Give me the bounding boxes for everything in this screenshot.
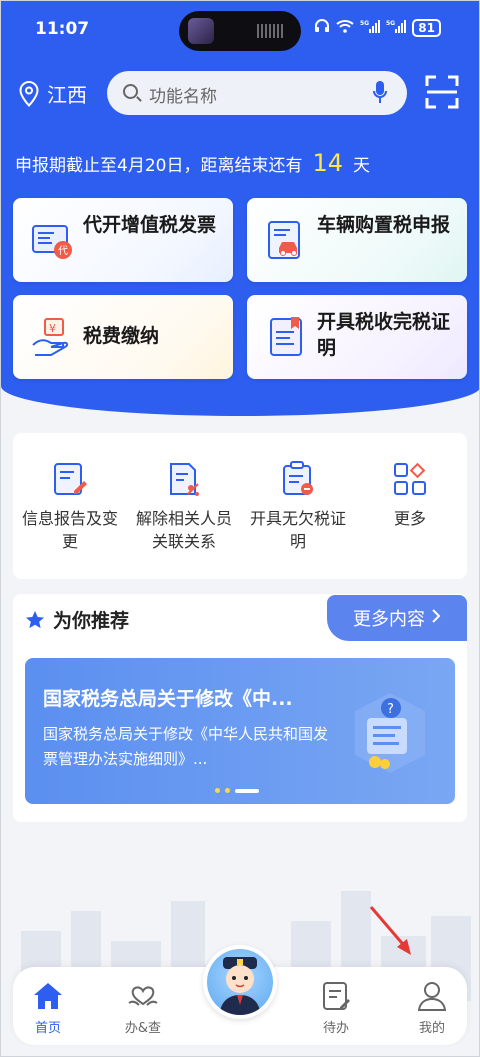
svg-text:5G: 5G: [386, 20, 395, 27]
carousel-dot: [225, 788, 230, 793]
more-content-button[interactable]: 更多内容: [327, 595, 467, 641]
audio-wave-icon: [257, 24, 285, 38]
status-bar: 11:07 5G 5G 81: [1, 1, 479, 59]
mascot-avatar-button[interactable]: [203, 945, 277, 1019]
chevron-right-icon: [431, 608, 441, 629]
no-arrears-certificate-icon: [280, 461, 316, 497]
nav-label: 首页: [34, 1021, 61, 1036]
unlink-relation-icon: [166, 461, 202, 497]
vehicle-tax-icon: [265, 220, 309, 260]
banner-title: 国家税务总局关于修改《中...: [43, 688, 293, 710]
tax-certificate-icon: [265, 317, 309, 357]
svg-text:?: ?: [387, 702, 394, 717]
service-card-vehicle-tax[interactable]: 车辆购置税申报: [247, 198, 467, 282]
home-icon: [32, 981, 64, 1011]
nav-label: 待办: [322, 1021, 349, 1036]
deadline-suffix: 天: [353, 156, 370, 176]
nav-profile[interactable]: 我的: [397, 981, 467, 1036]
more-content-label: 更多内容: [353, 609, 425, 630]
tax-payment-icon: ¥: [31, 317, 75, 357]
quick-item-info-report[interactable]: 信息报告及变更: [15, 461, 125, 553]
wifi-icon: [336, 19, 354, 37]
camera-notch: [179, 11, 301, 51]
nav-handle-check[interactable]: 办&查: [108, 981, 178, 1036]
quick-item-unlink[interactable]: 解除相关人员关联关系: [129, 461, 239, 553]
nav-home[interactable]: 首页: [13, 981, 83, 1036]
quick-item-label: 解除相关人员关联关系: [135, 509, 232, 551]
status-icons: 5G 5G 81: [314, 19, 441, 37]
signal-icon-2: 5G: [386, 19, 407, 37]
media-thumbnail: [188, 18, 214, 44]
search-input[interactable]: 功能名称: [107, 71, 407, 115]
battery-indicator: 81: [412, 19, 441, 37]
handle-check-icon: [127, 981, 159, 1011]
search-icon: [123, 84, 138, 99]
service-card-label: 车辆购置税申报: [317, 214, 451, 236]
location-selector[interactable]: 江西: [19, 79, 87, 108]
carousel-dot: [215, 788, 220, 793]
quick-item-label: 开具无欠税证明: [249, 509, 346, 551]
location-pin-icon: [19, 80, 39, 107]
location-label: 江西: [47, 83, 87, 107]
service-card-label: 代开增值税发票: [83, 214, 217, 236]
deadline-prefix: 申报期截止至4月20日，距离结束还有: [15, 156, 303, 176]
phone-screen: 11:07 5G 5G 81 江西 功能名称 申报期截止至4月20日，距离结束还…: [0, 0, 480, 1057]
recommend-title: 为你推荐: [53, 610, 130, 632]
profile-icon: [416, 981, 448, 1011]
star-icon: [25, 610, 45, 630]
recommend-header: 为你推荐: [25, 606, 129, 633]
service-card-tax-payment[interactable]: ¥ 税费缴纳: [13, 295, 233, 379]
tax-officer-mascot-icon: [207, 949, 273, 1015]
scan-icon[interactable]: [425, 75, 459, 109]
nav-label: 我的: [418, 1021, 445, 1036]
service-card-label: 税费缴纳: [83, 325, 160, 347]
headset-icon: [314, 19, 330, 37]
nav-label: 办&查: [124, 1021, 162, 1036]
carousel-dot-active: [235, 788, 259, 793]
policy-document-illustration: ?: [345, 688, 435, 778]
service-card-label: 开具税收完税证明: [317, 311, 451, 359]
quick-item-label: 更多: [393, 509, 426, 528]
info-report-icon: [52, 461, 88, 497]
quick-item-label: 信息报告及变更: [21, 509, 118, 551]
news-banner[interactable]: 国家税务总局关于修改《中... 国家税务总局关于修改《中华人民共和国发票管理办法…: [25, 658, 455, 804]
nav-todo[interactable]: 待办: [301, 981, 371, 1036]
svg-text:代: 代: [58, 245, 68, 257]
status-time: 11:07: [35, 19, 90, 39]
invoice-icon: 代: [31, 220, 75, 260]
svg-text:5G: 5G: [360, 20, 369, 27]
quick-actions-panel: 信息报告及变更 解除相关人员关联关系 开具无欠税证明 更多: [13, 433, 467, 579]
carousel-indicator: [215, 788, 259, 793]
recommend-panel: 为你推荐 更多内容 国家税务总局关于修改《中... 国家税务总局关于修改《中华人…: [13, 594, 467, 822]
deadline-notice: 申报期截止至4月20日，距离结束还有 14 天: [15, 149, 370, 177]
quick-item-no-arrears[interactable]: 开具无欠税证明: [243, 461, 353, 553]
more-grid-icon: [392, 461, 428, 497]
annotation-arrow-icon: [367, 903, 417, 959]
search-placeholder: 功能名称: [149, 87, 217, 107]
svg-text:¥: ¥: [49, 322, 56, 335]
service-card-invoice[interactable]: 代 代开增值税发票: [13, 198, 233, 282]
quick-item-more[interactable]: 更多: [355, 461, 465, 530]
deadline-days: 14: [312, 149, 343, 177]
todo-icon: [320, 981, 352, 1011]
signal-icon-1: 5G: [360, 19, 381, 37]
banner-description: 国家税务总局关于修改《中华人民共和国发票管理办法实施细则》...: [43, 725, 329, 768]
microphone-icon[interactable]: [373, 81, 387, 105]
service-card-tax-certificate[interactable]: 开具税收完税证明: [247, 295, 467, 379]
